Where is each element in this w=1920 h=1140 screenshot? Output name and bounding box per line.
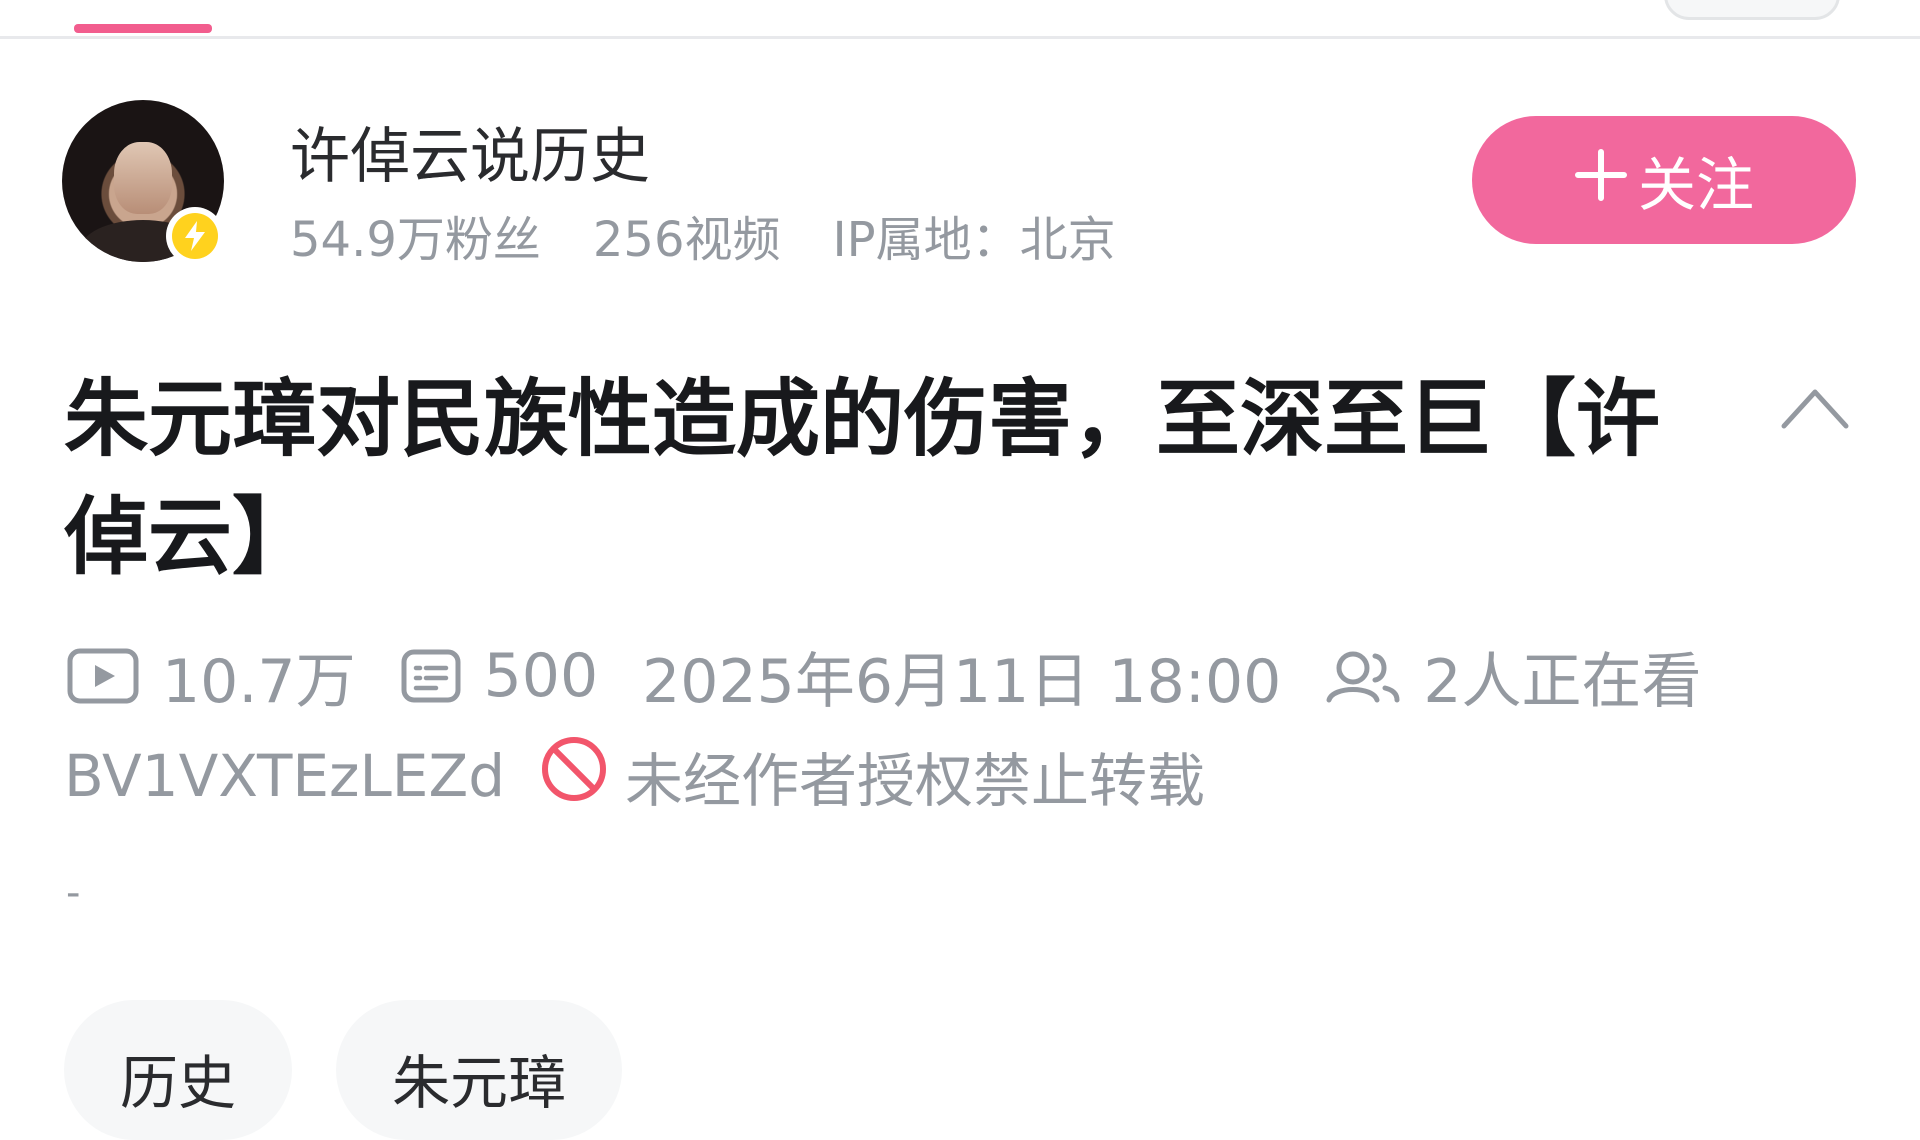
video-title: 朱元璋对民族性造成的伤害，至深至巨【许倬云】 [64, 370, 1661, 586]
active-tab-indicator [74, 24, 212, 33]
play-icon [66, 646, 140, 706]
author-stats: 54.9万粉丝 256视频 IP属地：北京 [290, 200, 1116, 270]
avatar-face [114, 142, 172, 214]
tag-chip[interactable]: 历史 [64, 1000, 293, 1140]
people-icon [1325, 648, 1401, 704]
publish-time: 2025年6月11日 18:00 [642, 646, 1282, 717]
bvid[interactable]: BV1VXTEzLEZd [64, 742, 505, 810]
danmaku-icon [400, 648, 462, 704]
prohibited-icon [539, 734, 609, 818]
danmaku-count: 500 [483, 641, 599, 711]
follower-count: 54.9万粉丝 [290, 212, 541, 268]
verified-badge [166, 207, 224, 265]
lightning-badge-icon [172, 213, 218, 259]
ip-location: IP属地：北京 [832, 212, 1116, 268]
follow-button[interactable]: 关注 [1472, 116, 1856, 244]
video-count: 256视频 [592, 212, 781, 268]
top-right-button[interactable] [1664, 0, 1840, 20]
author-name[interactable]: 许倬云说历史 [290, 108, 650, 195]
video-meta-row: 10.7万 500 2025年6月11日 18:00 2人正在看 [66, 636, 1702, 717]
copyright-notice: 未经作者授权禁止转载 [625, 747, 1206, 815]
tag-chip[interactable]: 朱元璋 [336, 1000, 623, 1140]
video-id-row: BV1VXTEzLEZd 未经作者授权禁止转载 [64, 736, 1205, 816]
tab-bar [0, 0, 1920, 39]
plus-icon [1574, 140, 1628, 214]
follow-label: 关注 [1637, 151, 1754, 219]
watching-now: 2人正在看 [1423, 646, 1702, 717]
tag-list: 历史 朱元璋 [64, 1000, 623, 1140]
video-description: - [66, 870, 81, 916]
view-count: 10.7万 [162, 646, 356, 717]
chevron-up-icon[interactable] [1780, 382, 1850, 432]
